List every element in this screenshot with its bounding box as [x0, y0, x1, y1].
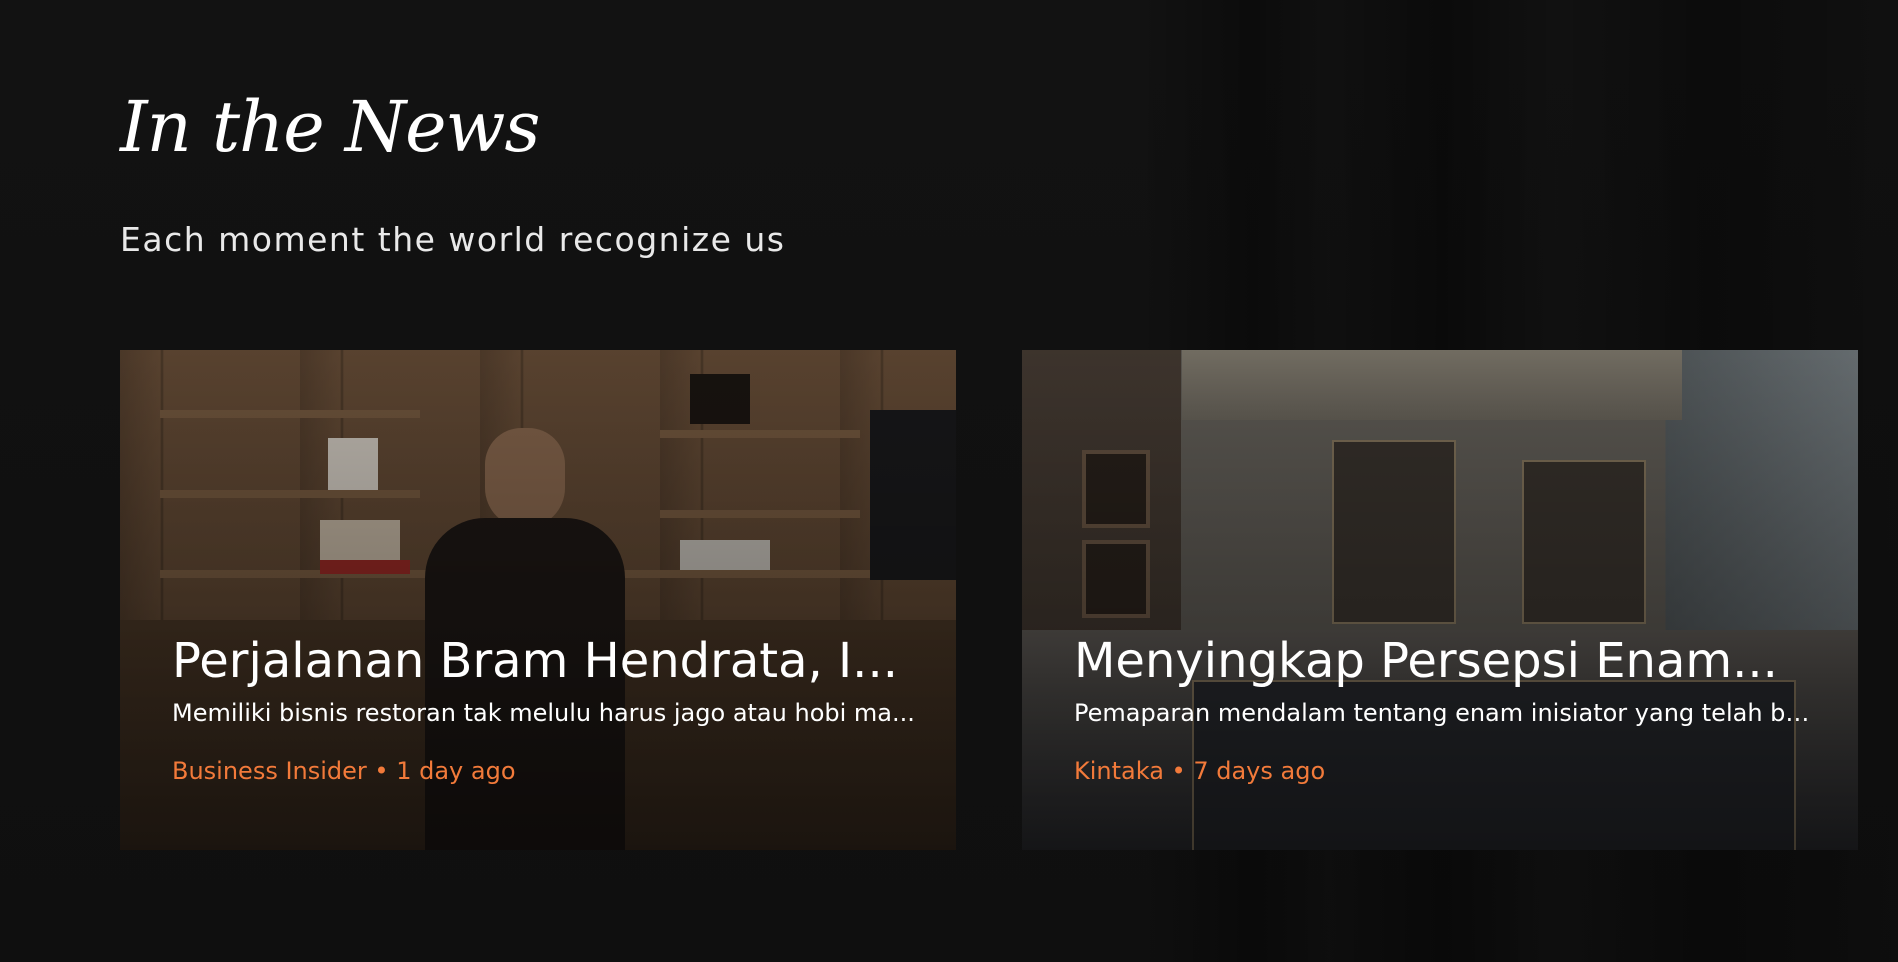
news-card[interactable]: Menyingkap Persepsi Enam... Pemaparan me…: [1022, 350, 1858, 850]
card-text: Menyingkap Persepsi Enam... Pemaparan me…: [1074, 630, 1818, 788]
news-card-list: Perjalanan Bram Hendrata, I... Memiliki …: [120, 350, 1898, 850]
section-title: In the News: [120, 86, 540, 168]
card-text: Perjalanan Bram Hendrata, I... Memiliki …: [172, 630, 916, 788]
article-title[interactable]: Perjalanan Bram Hendrata, I...: [172, 630, 916, 692]
article-title[interactable]: Menyingkap Persepsi Enam...: [1074, 630, 1818, 692]
article-meta: Business Insider • 1 day ago: [172, 757, 516, 785]
in-the-news-section: In the News Each moment the world recogn…: [120, 0, 1898, 962]
section-subtitle: Each moment the world recognize us: [120, 220, 786, 259]
article-excerpt: Pemaparan mendalam tentang enam inisiato…: [1074, 699, 1818, 727]
article-excerpt: Memiliki bisnis restoran tak melulu haru…: [172, 699, 915, 727]
news-card[interactable]: Perjalanan Bram Hendrata, I... Memiliki …: [120, 350, 956, 850]
article-meta: Kintaka • 7 days ago: [1074, 757, 1326, 785]
